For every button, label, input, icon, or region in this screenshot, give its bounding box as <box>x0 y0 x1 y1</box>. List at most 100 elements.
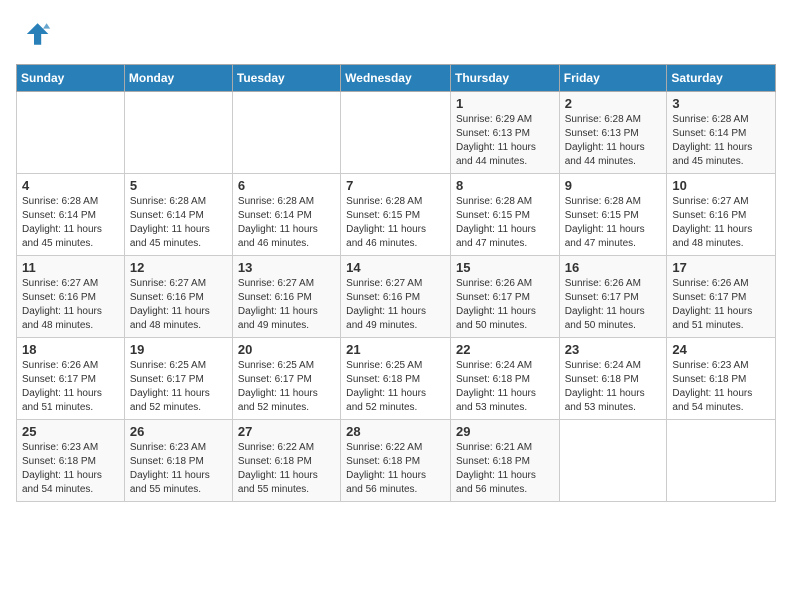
day-info: Sunrise: 6:28 AM Sunset: 6:14 PM Dayligh… <box>672 113 770 169</box>
day-number: 2 <box>565 96 662 111</box>
day-info: Sunrise: 6:28 AM Sunset: 6:15 PM Dayligh… <box>456 195 554 251</box>
day-number: 4 <box>22 178 119 193</box>
weekday-header-sunday: Sunday <box>17 65 125 92</box>
calendar-cell: 8 Sunrise: 6:28 AM Sunset: 6:15 PM Daylig… <box>450 174 559 256</box>
day-number: 9 <box>565 178 662 193</box>
calendar-cell: 3 Sunrise: 6:28 AM Sunset: 6:14 PM Daylig… <box>667 92 776 174</box>
weekday-header-saturday: Saturday <box>667 65 776 92</box>
day-info: Sunrise: 6:27 AM Sunset: 6:16 PM Dayligh… <box>672 195 770 251</box>
calendar-cell: 26 Sunrise: 6:23 AM Sunset: 6:18 PM Dayli… <box>124 420 232 502</box>
calendar-cell <box>232 92 340 174</box>
weekday-header-tuesday: Tuesday <box>232 65 340 92</box>
calendar-cell: 13 Sunrise: 6:27 AM Sunset: 6:16 PM Dayli… <box>232 256 340 338</box>
day-info: Sunrise: 6:23 AM Sunset: 6:18 PM Dayligh… <box>672 359 770 415</box>
calendar-cell: 16 Sunrise: 6:26 AM Sunset: 6:17 PM Dayli… <box>559 256 667 338</box>
calendar-cell: 14Sunrise: 6:27 AM Sunset: 6:16 PM Dayli… <box>341 256 451 338</box>
calendar-cell: 22 Sunrise: 6:24 AM Sunset: 6:18 PM Dayli… <box>450 338 559 420</box>
day-number: 10 <box>672 178 770 193</box>
day-number: 16 <box>565 260 662 275</box>
calendar-cell: 5 Sunrise: 6:28 AM Sunset: 6:14 PM Daylig… <box>124 174 232 256</box>
logo-icon <box>16 16 52 52</box>
day-number: 26 <box>130 424 227 439</box>
day-number: 5 <box>130 178 227 193</box>
day-number: 29 <box>456 424 554 439</box>
day-number: 28 <box>346 424 445 439</box>
day-info: Sunrise: 6:24 AM Sunset: 6:18 PM Dayligh… <box>565 359 662 415</box>
day-number: 11 <box>22 260 119 275</box>
weekday-header-monday: Monday <box>124 65 232 92</box>
calendar-cell: 2 Sunrise: 6:28 AM Sunset: 6:13 PM Daylig… <box>559 92 667 174</box>
calendar-cell: 10 Sunrise: 6:27 AM Sunset: 6:16 PM Dayli… <box>667 174 776 256</box>
day-info: Sunrise: 6:26 AM Sunset: 6:17 PM Dayligh… <box>672 277 770 333</box>
day-info: Sunrise: 6:23 AM Sunset: 6:18 PM Dayligh… <box>130 441 227 497</box>
day-info: Sunrise: 6:27 AM Sunset: 6:16 PM Dayligh… <box>238 277 335 333</box>
calendar-cell: 11 Sunrise: 6:27 AM Sunset: 6:16 PM Dayli… <box>17 256 125 338</box>
calendar-cell: 23 Sunrise: 6:24 AM Sunset: 6:18 PM Dayli… <box>559 338 667 420</box>
day-info: Sunrise: 6:23 AM Sunset: 6:18 PM Dayligh… <box>22 441 119 497</box>
calendar-cell <box>341 92 451 174</box>
day-number: 12 <box>130 260 227 275</box>
calendar-cell: 28 Sunrise: 6:22 AM Sunset: 6:18 PM Dayli… <box>341 420 451 502</box>
day-number: 17 <box>672 260 770 275</box>
calendar-cell: 15 Sunrise: 6:26 AM Sunset: 6:17 PM Dayli… <box>450 256 559 338</box>
day-number: 1 <box>456 96 554 111</box>
day-info: Sunrise: 6:28 AM Sunset: 6:14 PM Dayligh… <box>238 195 335 251</box>
calendar-cell: 9 Sunrise: 6:28 AM Sunset: 6:15 PM Daylig… <box>559 174 667 256</box>
day-info: Sunrise: 6:25 AM Sunset: 6:18 PM Dayligh… <box>346 359 445 415</box>
calendar-cell <box>17 92 125 174</box>
page-header <box>16 16 776 52</box>
weekday-header-friday: Friday <box>559 65 667 92</box>
calendar-cell: 20Sunrise: 6:25 AM Sunset: 6:17 PM Dayli… <box>232 338 340 420</box>
weekday-header-wednesday: Wednesday <box>341 65 451 92</box>
day-number: 13 <box>238 260 335 275</box>
calendar-cell: 4 Sunrise: 6:28 AM Sunset: 6:14 PM Daylig… <box>17 174 125 256</box>
calendar-cell: 21 Sunrise: 6:25 AM Sunset: 6:18 PM Dayli… <box>341 338 451 420</box>
calendar-cell: 25 Sunrise: 6:23 AM Sunset: 6:18 PM Dayli… <box>17 420 125 502</box>
day-number: 3 <box>672 96 770 111</box>
week-row-2: 4 Sunrise: 6:28 AM Sunset: 6:14 PM Daylig… <box>17 174 776 256</box>
calendar-cell: 29 Sunrise: 6:21 AM Sunset: 6:18 PM Dayli… <box>450 420 559 502</box>
calendar-cell: 18Sunrise: 6:26 AM Sunset: 6:17 PM Dayli… <box>17 338 125 420</box>
day-number: 24 <box>672 342 770 357</box>
calendar-cell: 7 Sunrise: 6:28 AM Sunset: 6:15 PM Daylig… <box>341 174 451 256</box>
day-info: Sunrise: 6:26 AM Sunset: 6:17 PM Dayligh… <box>456 277 554 333</box>
day-info: Sunrise: 6:28 AM Sunset: 6:14 PM Dayligh… <box>22 195 119 251</box>
day-info: Sunrise: 6:27 AM Sunset: 6:16 PM Dayligh… <box>130 277 227 333</box>
day-number: 23 <box>565 342 662 357</box>
day-number: 22 <box>456 342 554 357</box>
week-row-4: 18Sunrise: 6:26 AM Sunset: 6:17 PM Dayli… <box>17 338 776 420</box>
day-info: Sunrise: 6:25 AM Sunset: 6:17 PM Dayligh… <box>130 359 227 415</box>
day-info: Sunrise: 6:25 AM Sunset: 6:17 PM Dayligh… <box>238 359 335 415</box>
calendar-table: SundayMondayTuesdayWednesdayThursdayFrid… <box>16 64 776 502</box>
day-number: 18 <box>22 342 119 357</box>
day-number: 25 <box>22 424 119 439</box>
day-info: Sunrise: 6:28 AM Sunset: 6:13 PM Dayligh… <box>565 113 662 169</box>
weekday-header-thursday: Thursday <box>450 65 559 92</box>
calendar-cell: 1 Sunrise: 6:29 AM Sunset: 6:13 PM Daylig… <box>450 92 559 174</box>
week-row-1: 1 Sunrise: 6:29 AM Sunset: 6:13 PM Daylig… <box>17 92 776 174</box>
day-info: Sunrise: 6:28 AM Sunset: 6:14 PM Dayligh… <box>130 195 227 251</box>
calendar-cell <box>124 92 232 174</box>
day-info: Sunrise: 6:27 AM Sunset: 6:16 PM Dayligh… <box>22 277 119 333</box>
day-number: 7 <box>346 178 445 193</box>
logo <box>16 16 56 52</box>
week-row-3: 11 Sunrise: 6:27 AM Sunset: 6:16 PM Dayli… <box>17 256 776 338</box>
day-number: 19 <box>130 342 227 357</box>
day-info: Sunrise: 6:21 AM Sunset: 6:18 PM Dayligh… <box>456 441 554 497</box>
calendar-cell: 24 Sunrise: 6:23 AM Sunset: 6:18 PM Dayli… <box>667 338 776 420</box>
day-info: Sunrise: 6:28 AM Sunset: 6:15 PM Dayligh… <box>346 195 445 251</box>
calendar-cell: 6Sunrise: 6:28 AM Sunset: 6:14 PM Daylig… <box>232 174 340 256</box>
day-info: Sunrise: 6:26 AM Sunset: 6:17 PM Dayligh… <box>565 277 662 333</box>
week-row-5: 25 Sunrise: 6:23 AM Sunset: 6:18 PM Dayli… <box>17 420 776 502</box>
day-number: 8 <box>456 178 554 193</box>
day-number: 21 <box>346 342 445 357</box>
day-info: Sunrise: 6:28 AM Sunset: 6:15 PM Dayligh… <box>565 195 662 251</box>
day-info: Sunrise: 6:27 AM Sunset: 6:16 PM Dayligh… <box>346 277 445 333</box>
day-info: Sunrise: 6:22 AM Sunset: 6:18 PM Dayligh… <box>346 441 445 497</box>
day-number: 15 <box>456 260 554 275</box>
day-info: Sunrise: 6:24 AM Sunset: 6:18 PM Dayligh… <box>456 359 554 415</box>
calendar-cell: 12 Sunrise: 6:27 AM Sunset: 6:16 PM Dayli… <box>124 256 232 338</box>
day-info: Sunrise: 6:29 AM Sunset: 6:13 PM Dayligh… <box>456 113 554 169</box>
calendar-cell <box>667 420 776 502</box>
day-info: Sunrise: 6:22 AM Sunset: 6:18 PM Dayligh… <box>238 441 335 497</box>
